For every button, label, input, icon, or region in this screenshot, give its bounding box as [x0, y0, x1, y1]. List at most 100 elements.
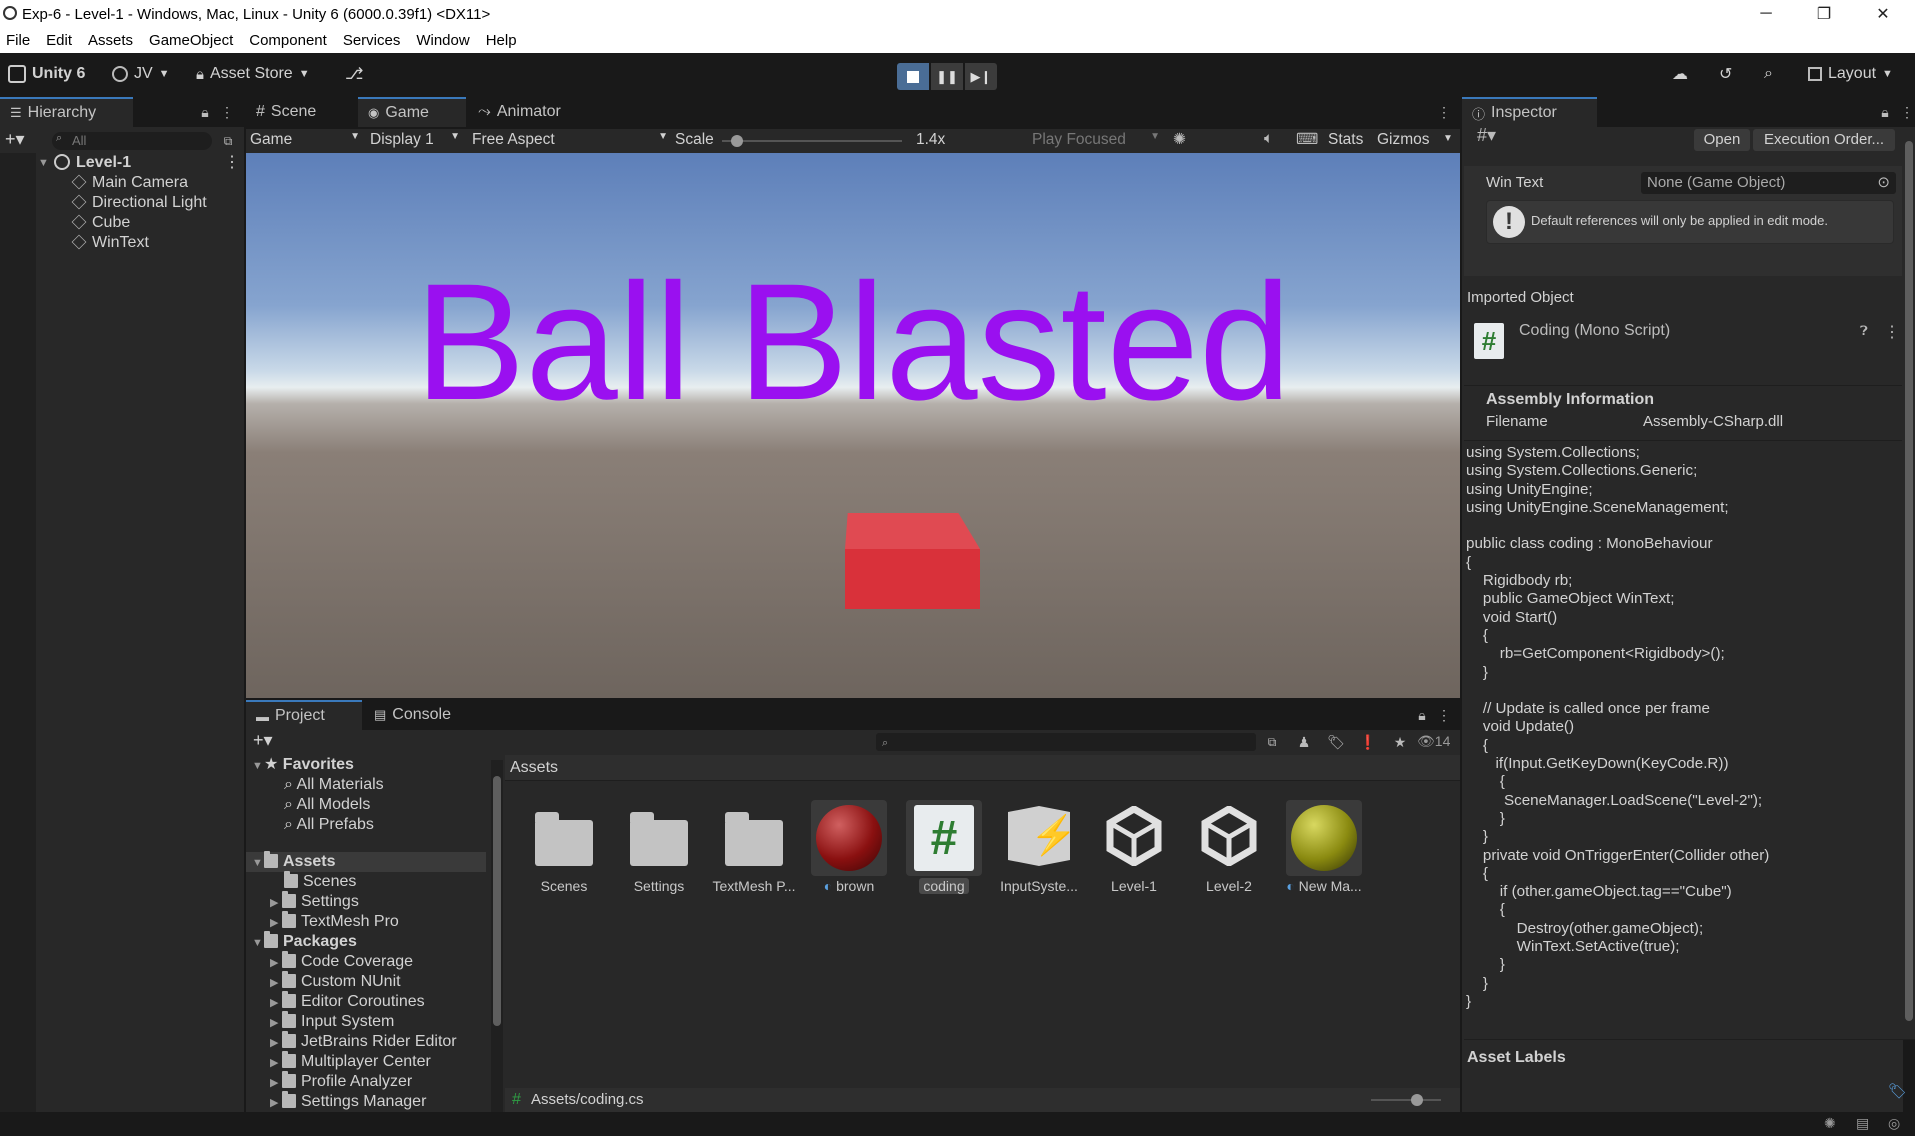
hierarchy-item-cube[interactable]: Cube: [71, 213, 130, 233]
tab-project[interactable]: ▬ Project: [246, 700, 362, 730]
folder-scenes[interactable]: Scenes: [284, 871, 356, 892]
maximize-button[interactable]: ❐: [1801, 0, 1847, 28]
asset-coding-script[interactable]: # coding: [901, 800, 987, 894]
cloud-icon[interactable]: ☁: [1672, 61, 1688, 87]
inspector-scrollbar[interactable]: [1903, 127, 1915, 1039]
asset-new-material[interactable]: ◐ New Ma...: [1281, 800, 1367, 894]
lock-icon[interactable]: 🔒︎: [1412, 705, 1432, 725]
tab-scene[interactable]: # Scene: [246, 97, 356, 127]
hidden-count[interactable]: 👁︎14: [1417, 733, 1450, 750]
execution-order-button[interactable]: Execution Order...: [1753, 129, 1895, 151]
win-text-field[interactable]: None (Game Object) ⊙: [1641, 172, 1896, 194]
lock-icon[interactable]: 🔒︎: [195, 102, 215, 122]
bug-status-icon[interactable]: ✺: [1824, 1115, 1836, 1132]
account-dropdown[interactable]: JV ▼: [112, 61, 170, 87]
keyboard-icon[interactable]: ⌨: [1296, 130, 1318, 149]
search-filter-icon[interactable]: ⧉: [1262, 732, 1282, 752]
chevron-down-icon[interactable]: ▼: [1443, 133, 1453, 144]
object-picker-icon[interactable]: ⊙: [1877, 172, 1890, 194]
game-viewport[interactable]: Ball Blasted: [246, 153, 1460, 698]
more-options-icon[interactable]: ⋮: [1897, 102, 1915, 122]
stats-button[interactable]: Stats: [1328, 131, 1363, 149]
menu-component[interactable]: Component: [241, 32, 335, 49]
help-icon[interactable]: ❓︎: [1860, 323, 1868, 339]
hierarchy-item-main-camera[interactable]: Main Camera: [71, 173, 188, 193]
tab-hierarchy[interactable]: ☰ Hierarchy: [0, 97, 133, 127]
scene-more-icon[interactable]: ⋮: [224, 153, 240, 173]
hierarchy-item-wintext[interactable]: WinText: [71, 233, 149, 253]
tab-game[interactable]: ◉ Game: [358, 97, 466, 127]
close-button[interactable]: ✕: [1860, 0, 1906, 28]
scrollbar-thumb[interactable]: [1905, 141, 1913, 1021]
package-row[interactable]: ▶ Custom NUnit: [270, 971, 401, 993]
stop-button[interactable]: [897, 63, 929, 90]
favorites-row[interactable]: ▼★ Favorites: [252, 755, 354, 776]
scale-slider-thumb[interactable]: [731, 135, 743, 147]
add-icon[interactable]: +▾: [5, 129, 25, 150]
package-row[interactable]: ▶ JetBrains Rider Editor: [270, 1031, 457, 1053]
asset-scenes[interactable]: Scenes: [521, 800, 607, 894]
asset-brown-material[interactable]: ◐ brown: [806, 800, 892, 894]
folder-settings[interactable]: ▶ Settings: [270, 891, 359, 913]
package-row[interactable]: ▶ Settings Manager: [270, 1091, 426, 1112]
breadcrumb-assets[interactable]: Assets: [510, 759, 558, 777]
scrollbar-thumb[interactable]: [493, 776, 501, 1026]
menu-gameobject[interactable]: GameObject: [141, 32, 241, 49]
folder-textmesh-pro[interactable]: ▶ TextMesh Pro: [270, 911, 399, 933]
asset-store-dropdown[interactable]: 🔒︎ Asset Store ▼: [196, 61, 310, 87]
search-filter-icon[interactable]: ⧉: [218, 131, 238, 151]
play-focused-dropdown[interactable]: Play Focused ▼: [1032, 131, 1160, 149]
packages-row[interactable]: ▼ Packages: [252, 931, 357, 953]
step-button[interactable]: ▶❙: [965, 63, 997, 90]
version-control-icon[interactable]: ⎇: [345, 61, 363, 87]
label-icon[interactable]: 🏷︎: [1326, 732, 1346, 752]
asset-level-2-scene[interactable]: Level-2: [1186, 800, 1272, 894]
more-options-icon[interactable]: ⋮: [217, 102, 237, 122]
menu-help[interactable]: Help: [478, 32, 525, 49]
add-icon[interactable]: +▾: [253, 730, 273, 751]
asset-level-1-scene[interactable]: Level-1: [1091, 800, 1177, 894]
package-row[interactable]: ▶ Editor Coroutines: [270, 991, 425, 1013]
label-icon[interactable]: 🏷︎: [1888, 1082, 1907, 1100]
unity-menu-button[interactable]: Unity 6: [8, 61, 85, 87]
package-row[interactable]: ▶ Input System: [270, 1011, 394, 1033]
menu-services[interactable]: Services: [335, 32, 409, 49]
asset-textmesh-pro[interactable]: TextMesh P...: [711, 800, 797, 894]
pause-button[interactable]: ❚❚: [931, 63, 963, 90]
history-icon[interactable]: ↺: [1719, 61, 1732, 87]
tab-animator[interactable]: ⤳ Animator: [468, 97, 578, 127]
display-dropdown[interactable]: Display 1 ▼: [370, 131, 460, 149]
filter-type-icon[interactable]: ♟: [1294, 732, 1314, 752]
cache-status-icon[interactable]: ▤: [1856, 1115, 1869, 1132]
menu-edit[interactable]: Edit: [38, 32, 80, 49]
search-icon[interactable]: ⌕: [1764, 61, 1773, 87]
tab-console[interactable]: ▤ Console: [364, 700, 474, 730]
package-row[interactable]: ▶ Profile Analyzer: [270, 1071, 412, 1093]
menu-window[interactable]: Window: [408, 32, 477, 49]
favorite-all-materials[interactable]: ⌕ All Materials: [284, 775, 384, 795]
favorite-all-models[interactable]: ⌕ All Models: [284, 795, 370, 815]
hierarchy-item-directional-light[interactable]: Directional Light: [71, 193, 207, 213]
gizmos-button[interactable]: Gizmos: [1377, 131, 1430, 149]
scene-row[interactable]: ▼ Level-1 ⋮: [0, 153, 244, 173]
project-tree-scrollbar[interactable]: [491, 760, 503, 1112]
asset-settings[interactable]: Settings: [616, 800, 702, 894]
assets-row[interactable]: ▼ Assets: [252, 851, 335, 873]
icon-size-slider[interactable]: [1371, 1094, 1441, 1106]
menu-file[interactable]: File: [0, 32, 38, 49]
hierarchy-search-input[interactable]: All: [52, 132, 212, 150]
scale-slider[interactable]: [722, 135, 902, 147]
bug-icon[interactable]: ✺: [1173, 130, 1186, 149]
asset-input-system[interactable]: ⚡ InputSyste...: [996, 800, 1082, 894]
aspect-dropdown[interactable]: Free Aspect ▼: [472, 131, 668, 149]
more-options-icon[interactable]: ⋮: [1434, 102, 1454, 122]
package-row[interactable]: ▶ Code Coverage: [270, 951, 413, 973]
slider-thumb[interactable]: [1411, 1094, 1423, 1106]
audio-icon[interactable]: 🔈︎: [1264, 130, 1273, 148]
menu-assets[interactable]: Assets: [80, 32, 141, 49]
favorite-all-prefabs[interactable]: ⌕ All Prefabs: [284, 815, 374, 835]
open-button[interactable]: Open: [1694, 129, 1750, 151]
project-search-input[interactable]: ⌕: [876, 733, 1256, 751]
star-icon[interactable]: ★: [1390, 732, 1410, 752]
lock-icon[interactable]: 🔒︎: [1875, 102, 1895, 122]
